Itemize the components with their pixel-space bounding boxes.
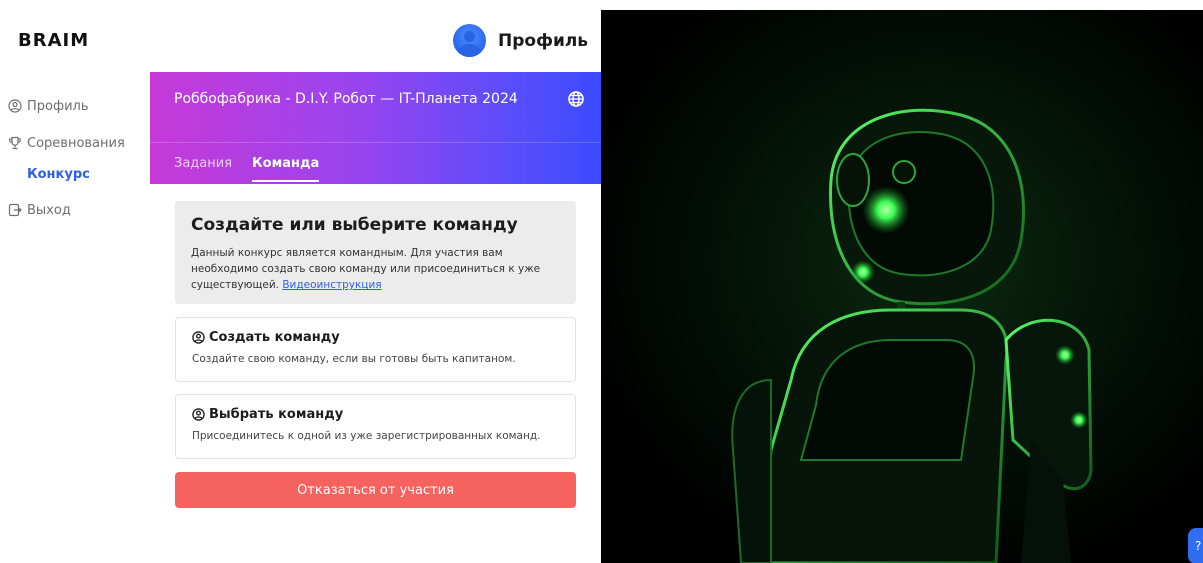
header-profile-button[interactable]: Профиль	[453, 24, 588, 57]
robot-hero-image	[601, 10, 1203, 563]
help-button[interactable]: ?	[1188, 528, 1203, 563]
user-circle-icon	[8, 99, 22, 113]
info-text: Данный конкурс является командным. Для у…	[191, 245, 560, 293]
user-avatar-icon	[453, 24, 486, 57]
tabs: Задания Команда	[174, 156, 320, 182]
info-title: Создайте или выберите команду	[191, 215, 518, 235]
create-team-option[interactable]: Создать команду Создайте свою команду, е…	[175, 317, 576, 382]
option-description: Присоединитесь к одной из уже зарегистри…	[192, 430, 541, 442]
option-description: Создайте свою команду, если вы готовы бы…	[192, 353, 516, 365]
decline-participation-button[interactable]: Отказаться от участия	[175, 472, 576, 508]
sidebar-item-logout[interactable]: Выход	[8, 199, 148, 221]
contest-banner: Роббофабрика - D.I.Y. Робот — IT-Планета…	[150, 72, 601, 184]
option-title: Выбрать команду	[192, 407, 559, 422]
choose-team-option[interactable]: Выбрать команду Присоединитесь к одной и…	[175, 394, 576, 459]
page: BRAIM Профиль Профиль Соревнования Конку…	[0, 0, 1203, 563]
user-circle-icon	[192, 331, 205, 344]
sidebar-item-label: Соревнования	[27, 135, 125, 151]
team-info-card: Создайте или выберите команду Данный кон…	[175, 201, 576, 304]
banner-divider	[150, 142, 601, 143]
tab-tasks[interactable]: Задания	[174, 156, 232, 181]
tab-team[interactable]: Команда	[252, 156, 320, 182]
sidebar-item-profile[interactable]: Профиль	[8, 95, 148, 117]
logo[interactable]: BRAIM	[18, 30, 89, 51]
option-title: Создать команду	[192, 330, 559, 345]
trophy-icon	[8, 136, 22, 150]
header-profile-label: Профиль	[498, 30, 589, 51]
contest-title: Роббофабрика - D.I.Y. Робот — IT-Планета…	[174, 91, 518, 107]
option-title-label: Выбрать команду	[209, 407, 344, 422]
globe-icon[interactable]	[567, 90, 585, 108]
sidebar: Профиль Соревнования Конкурс Выход	[8, 95, 148, 236]
sidebar-item-label: Профиль	[27, 98, 89, 114]
video-instruction-link[interactable]: Видеоинструкция	[282, 279, 381, 291]
logout-icon	[8, 203, 22, 217]
robot-illustration	[601, 10, 1203, 563]
sidebar-item-contest[interactable]: Конкурс	[8, 163, 148, 185]
user-circle-icon	[192, 408, 205, 421]
sidebar-item-label: Выход	[27, 202, 71, 218]
sidebar-item-competitions[interactable]: Соревнования	[8, 132, 148, 154]
option-title-label: Создать команду	[209, 330, 340, 345]
